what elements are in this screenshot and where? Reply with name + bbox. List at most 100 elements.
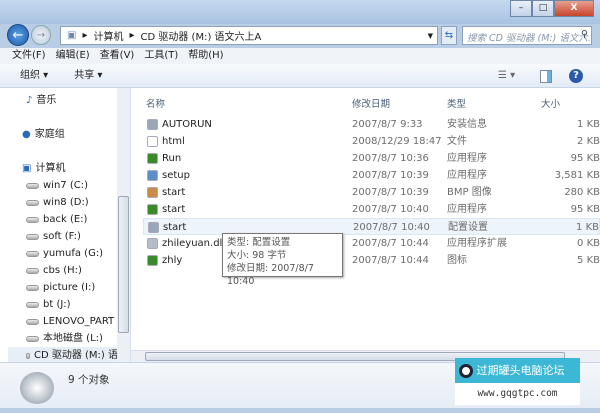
file-size: 1 KB xyxy=(577,119,600,130)
computer-icon: ▣ xyxy=(67,30,77,41)
menu-tools[interactable]: 工具(T) xyxy=(144,48,178,64)
maximize-button[interactable]: □ xyxy=(532,0,554,17)
file-name: setup xyxy=(162,170,190,181)
help-icon[interactable]: ? xyxy=(569,69,583,83)
file-date: 2007/8/7 10:44 xyxy=(352,255,429,266)
chevron-icon: ▸ xyxy=(82,30,88,41)
chevron-icon: ▸ xyxy=(129,30,135,41)
search-input[interactable]: 搜索 CD 驱动器 (M:) 语文六... ⚲ xyxy=(462,26,592,45)
watermark: 过期罐头电脑论坛 www.gqgtpc.com xyxy=(455,358,580,408)
nav-item[interactable]: soft (F:) xyxy=(26,228,81,245)
file-name: start xyxy=(162,187,186,198)
file-row[interactable]: Run 2007/8/7 10:36 应用程序 95 KB xyxy=(143,150,600,167)
file-date: 2007/8/7 9:33 xyxy=(352,119,423,130)
nav-item[interactable]: cbs (H:) xyxy=(26,262,82,279)
drive-icon xyxy=(26,199,39,206)
file-date: 2008/12/29 18:47 xyxy=(352,136,442,147)
nav-item-label: picture (I:) xyxy=(43,282,96,293)
nav-item[interactable]: ● 家庭组 xyxy=(22,126,65,143)
file-row[interactable]: start 2007/8/7 10:39 BMP 图像 280 KB xyxy=(143,184,600,201)
file-row[interactable]: zhileyuan.dll 2007/8/7 10:44 应用程序扩展 0 KB xyxy=(143,235,600,252)
preview-pane-icon[interactable] xyxy=(540,70,552,83)
dropdown-icon[interactable]: ▼ xyxy=(428,32,433,40)
file-row[interactable]: AUTORUN 2007/8/7 9:33 安装信息 1 KB xyxy=(143,116,600,133)
nav-item-label: 音乐 xyxy=(36,95,57,106)
window-controls: – □ X xyxy=(510,0,594,17)
file-size: 3,581 KB xyxy=(554,170,600,181)
nav-item-label: 计算机 xyxy=(35,163,66,174)
nav-item-label: win8 (D:) xyxy=(43,197,89,208)
menu-help[interactable]: 帮助(H) xyxy=(188,48,223,64)
menu-edit[interactable]: 编辑(E) xyxy=(56,48,90,64)
nav-item[interactable]: ▣ 计算机 xyxy=(22,160,65,177)
view-options-icon[interactable]: ☰ ▾ xyxy=(498,70,515,81)
file-row[interactable]: setup 2007/8/7 10:39 应用程序 3,581 KB xyxy=(143,167,600,184)
nav-item-label: cbs (H:) xyxy=(43,265,82,276)
drive-icon xyxy=(26,318,39,325)
nav-item-label: LENOVO_PART ( xyxy=(43,316,122,327)
file-row[interactable]: html 2008/12/29 18:47 文件 2 KB xyxy=(143,133,600,150)
settings-file-icon xyxy=(147,119,158,130)
close-button[interactable]: X xyxy=(554,0,594,17)
nav-item[interactable]: picture (I:) xyxy=(26,279,95,296)
file-row[interactable]: start 2007/8/7 10:40 应用程序 95 KB xyxy=(143,201,600,218)
column-type[interactable]: 类型 xyxy=(447,96,466,110)
file-row[interactable]: zhly 2007/8/7 10:44 图标 5 KB xyxy=(143,252,600,269)
app-icon xyxy=(147,204,158,215)
tooltip-type: 类型: 配置设置 xyxy=(227,237,291,248)
drive-icon xyxy=(26,284,39,291)
file-name: Run xyxy=(162,153,182,164)
file-type: 应用程序扩展 xyxy=(447,238,507,249)
file-date: 2007/8/7 10:36 xyxy=(352,153,429,164)
file-name: html xyxy=(162,136,185,147)
file-size: 95 KB xyxy=(570,204,600,215)
nav-item[interactable]: yumufa (G:) xyxy=(26,245,103,262)
file-name: zhileyuan.dll xyxy=(162,238,226,249)
settings-file-icon xyxy=(148,222,159,233)
drive-icon xyxy=(26,267,39,274)
file-tooltip: 类型: 配置设置 大小: 98 字节 修改日期: 2007/8/7 10:40 xyxy=(222,233,343,287)
computer-icon: ▣ xyxy=(22,163,32,174)
minimize-button[interactable]: – xyxy=(510,0,532,17)
nav-scrollbar-thumb[interactable] xyxy=(118,196,129,333)
file-size: 95 KB xyxy=(570,153,600,164)
nav-item-label: yumufa (G:) xyxy=(43,248,104,259)
file-size: 280 KB xyxy=(564,187,600,198)
drive-icon xyxy=(26,335,39,342)
setup-icon xyxy=(147,170,158,181)
nav-item[interactable]: back (E:) xyxy=(26,211,87,228)
app-icon xyxy=(147,153,158,164)
breadcrumb-computer[interactable]: 计算机 xyxy=(93,28,123,43)
column-date[interactable]: 修改日期 xyxy=(352,96,390,110)
drive-icon xyxy=(26,216,39,223)
share-button[interactable]: 共享 ▾ xyxy=(74,64,102,87)
breadcrumb-cd-drive[interactable]: CD 驱动器 (M:) 语文六上A xyxy=(141,28,262,43)
nav-item[interactable]: win8 (D:) xyxy=(26,194,89,211)
file-row[interactable]: start 2007/8/7 10:40 配置设置 1 KB xyxy=(143,218,600,235)
forward-button[interactable]: → xyxy=(31,25,51,45)
file-date: 2007/8/7 10:40 xyxy=(353,222,430,233)
nav-item-label: 本地磁盘 (L:) xyxy=(43,333,103,344)
file-name: start xyxy=(162,204,186,215)
nav-item[interactable]: CD 驱动器 (M:) 语 xyxy=(8,347,118,362)
file-size: 2 KB xyxy=(577,136,600,147)
nav-item[interactable]: LENOVO_PART ( xyxy=(26,313,121,330)
file-type: 应用程序 xyxy=(447,170,487,181)
nav-item-label: 家庭组 xyxy=(34,129,65,140)
column-size[interactable]: 大小 xyxy=(541,96,560,110)
refresh-button[interactable]: ⇆ xyxy=(441,26,457,45)
back-button[interactable]: ← xyxy=(7,24,29,46)
nav-item[interactable]: bt (J:) xyxy=(26,296,71,313)
address-bar[interactable]: ▣ ▸ 计算机 ▸ CD 驱动器 (M:) 语文六上A ▼ xyxy=(60,26,438,45)
nav-item[interactable]: ♪ 音乐 xyxy=(26,92,56,109)
blank-file-icon xyxy=(147,136,158,147)
menu-view[interactable]: 查看(V) xyxy=(100,48,135,64)
nav-item[interactable]: 本地磁盘 (L:) xyxy=(26,330,103,347)
menu-bar: 文件(F) 编辑(E) 查看(V) 工具(T) 帮助(H) xyxy=(0,48,600,64)
file-type: 配置设置 xyxy=(448,222,488,233)
navigation-pane: ♪ 音乐 ● 家庭组 ▣ 计算机 win7 (C:) win8 (D:) back (E:) so… xyxy=(0,88,131,362)
column-name[interactable]: 名称 xyxy=(146,96,165,110)
organize-button[interactable]: 组织 ▾ xyxy=(20,64,48,87)
nav-item[interactable]: win7 (C:) xyxy=(26,177,88,194)
menu-file[interactable]: 文件(F) xyxy=(12,48,46,64)
